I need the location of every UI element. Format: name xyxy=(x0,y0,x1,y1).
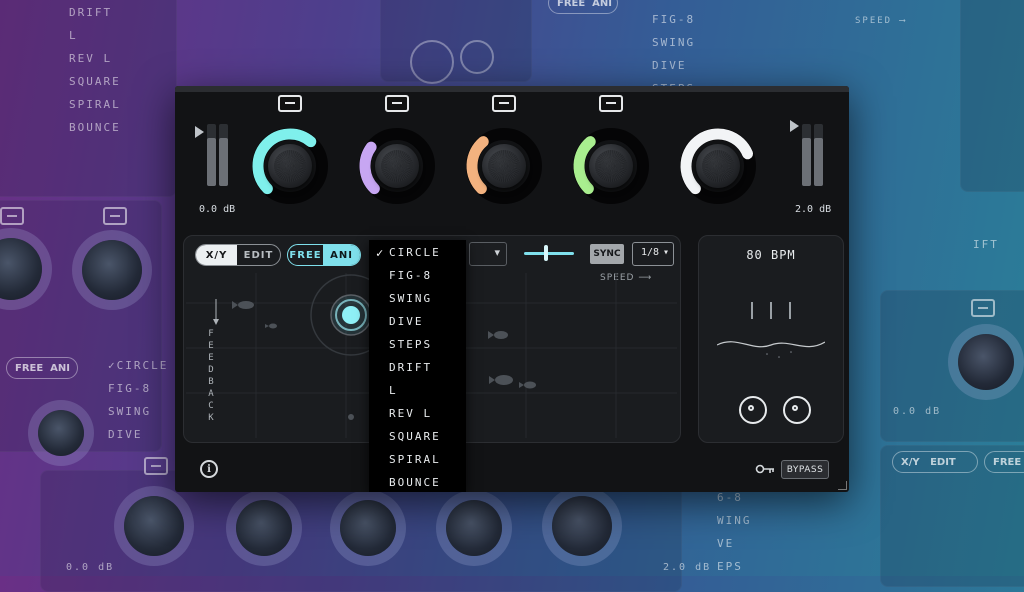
input-meter-left xyxy=(207,124,216,186)
bg-knob xyxy=(38,410,84,456)
input-db-readout: 0.0 dB xyxy=(199,204,236,215)
collapse-button-3[interactable] xyxy=(492,95,516,112)
output-db-readout: 2.0 dB xyxy=(795,204,832,215)
bg-knob xyxy=(446,500,502,556)
menu-item-bounce[interactable]: BOUNCE xyxy=(389,476,441,489)
speed-slider-thumb[interactable] xyxy=(544,245,548,261)
title-strip xyxy=(175,86,849,92)
output-meter-left xyxy=(802,124,811,186)
bg-reel-icon xyxy=(410,40,454,84)
knob-cap xyxy=(268,144,312,188)
bg-menu-list: DRIFT L REV L SQUARE SPIRAL BOUNCE xyxy=(69,6,121,134)
tab-ani[interactable]: ANI xyxy=(323,245,360,265)
bg-db-label: 0.0 dB xyxy=(893,406,942,417)
bg-knob xyxy=(552,496,612,556)
checkmark-icon: ✓ xyxy=(376,246,386,260)
menu-item-drift[interactable]: DRIFT xyxy=(389,361,432,374)
knob-level-arc xyxy=(359,141,380,195)
beat-tick xyxy=(751,302,753,319)
knob-1[interactable] xyxy=(250,126,330,206)
menu-item-dive[interactable]: DIVE xyxy=(389,315,424,328)
menu-item-steps[interactable]: STEPS xyxy=(389,338,432,351)
knob-cap xyxy=(696,144,740,188)
sync-button[interactable]: SYNC xyxy=(590,244,624,264)
plugin-window: 0.0 dB 2.0 dB X/Y EDIT FREE ANI ▾ SYNC 1… xyxy=(175,86,849,492)
resize-handle[interactable] xyxy=(838,481,847,490)
knob-2[interactable] xyxy=(357,126,437,206)
bg-panel xyxy=(960,0,1024,192)
bg-minus-icon xyxy=(103,207,127,225)
tab-free[interactable]: FREE xyxy=(288,245,323,265)
animation-toggle: FREE ANI xyxy=(287,244,361,266)
knob-cap xyxy=(375,144,419,188)
waveform-graphic xyxy=(717,341,825,358)
knob-cap xyxy=(482,144,526,188)
bg-minus-icon xyxy=(144,457,168,475)
motion-dropdown-menu: ✓ CIRCLE FIG-8 SWING DIVE STEPS DRIFT L R… xyxy=(369,240,466,492)
tape-reel-right-icon xyxy=(783,396,811,424)
bg-minus-icon xyxy=(971,299,995,317)
output-level-marker-icon[interactable] xyxy=(790,120,799,132)
collapse-button-4[interactable] xyxy=(599,95,623,112)
output-meter-right xyxy=(814,124,823,186)
tab-xy[interactable]: X/Y xyxy=(196,245,238,265)
bg-knob xyxy=(236,500,292,556)
tempo-panel: 80 BPM xyxy=(698,235,844,443)
bg-knob xyxy=(124,496,184,556)
motion-dropdown[interactable]: ▾ xyxy=(469,242,507,266)
bg-pill: FREE ANI xyxy=(6,357,78,379)
bg-knob xyxy=(958,334,1014,390)
bg-label: IFT xyxy=(973,238,999,251)
speed-slider[interactable] xyxy=(524,252,574,255)
bg-menu-list: ✓CIRCLE FIG-8 SWING DIVE xyxy=(108,359,169,441)
menu-item-l[interactable]: L xyxy=(389,384,398,397)
bpm-readout: 80 BPM xyxy=(746,248,796,262)
collapse-button-1[interactable] xyxy=(278,95,302,112)
bypass-button[interactable]: BYPASS xyxy=(781,460,829,479)
knob-5-output[interactable] xyxy=(678,126,758,206)
knob-4[interactable] xyxy=(571,126,651,206)
bg-pill: FREE xyxy=(984,451,1024,473)
menu-item-spiral[interactable]: SPIRAL xyxy=(389,453,441,466)
input-meter-right xyxy=(219,124,228,186)
input-level-marker-icon[interactable] xyxy=(195,126,204,138)
menu-item-circle[interactable]: ✓ CIRCLE xyxy=(376,246,441,260)
knob-cap xyxy=(589,144,633,188)
key-icon[interactable] xyxy=(755,464,775,474)
bg-pill: FREE ANI xyxy=(548,0,618,14)
bg-pill: X/Y EDIT xyxy=(892,451,978,473)
menu-item-rev-l[interactable]: REV L xyxy=(389,407,432,420)
beat-tick xyxy=(770,302,772,319)
bg-panel xyxy=(380,0,532,82)
bg-speed-label: SPEED ⟶ xyxy=(855,16,907,26)
mode-toggle: X/Y EDIT xyxy=(195,244,281,266)
caret-down-icon: ▾ xyxy=(494,246,500,259)
tab-edit[interactable]: EDIT xyxy=(237,245,280,265)
rate-select[interactable]: 1/8 ▾ xyxy=(632,242,674,266)
bg-knob xyxy=(340,500,396,556)
bg-menu-list: 6-8 WING VE EPS xyxy=(717,491,752,573)
bg-reel-icon xyxy=(460,40,494,74)
collapse-button-2[interactable] xyxy=(385,95,409,112)
menu-item-swing[interactable]: SWING xyxy=(389,292,432,305)
tape-reel-left-icon xyxy=(739,396,767,424)
menu-item-square[interactable]: SQUARE xyxy=(389,430,441,443)
beat-tick xyxy=(789,302,791,319)
xy-puck[interactable] xyxy=(342,306,360,324)
bg-knob xyxy=(82,240,142,300)
caret-down-icon: ▾ xyxy=(662,247,669,258)
feedback-axis-label: FEEDBACK xyxy=(208,329,214,423)
knob-3[interactable] xyxy=(464,126,544,206)
menu-item-fig8[interactable]: FIG-8 xyxy=(389,269,432,282)
bg-minus-icon xyxy=(0,207,24,225)
info-button[interactable]: i xyxy=(200,460,218,478)
